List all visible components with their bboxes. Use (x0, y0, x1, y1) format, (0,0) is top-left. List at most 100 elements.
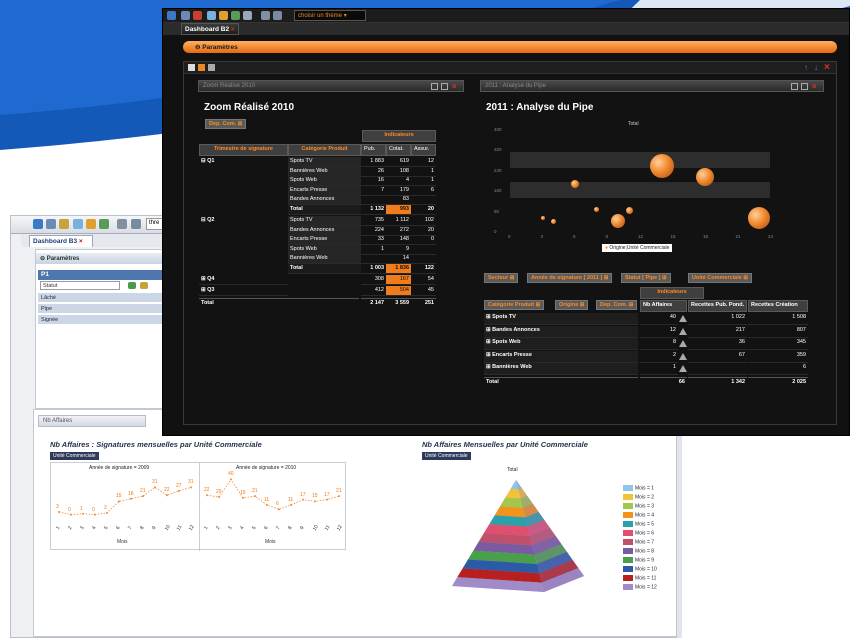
params-header[interactable]: ⊖ Paramètres (36, 253, 174, 264)
filter-button[interactable]: Unité Commerciale ⊞ (688, 273, 752, 283)
close-icon[interactable]: × (824, 62, 830, 73)
filter-button[interactable]: Année de signature [ 2011 ] ⊞ (527, 273, 613, 283)
line-point[interactable] (82, 512, 84, 515)
line-point[interactable] (266, 503, 268, 506)
column-header[interactable]: Nb Affaires (640, 300, 687, 312)
maximize-icon[interactable] (441, 83, 448, 90)
chart-icon[interactable] (219, 11, 228, 20)
line-point[interactable] (118, 500, 120, 503)
scrollbar[interactable] (676, 430, 682, 638)
filter-button[interactable]: Statut [ Pipe ] ⊞ (621, 273, 671, 283)
line-point[interactable] (166, 494, 168, 497)
indicators-header[interactable]: Indicateurs (362, 130, 436, 142)
line-point[interactable] (242, 496, 244, 499)
params-bar[interactable]: ⊖ Paramètres (183, 41, 837, 53)
column-header[interactable]: Assur. (411, 144, 436, 156)
bubble-point[interactable] (649, 153, 674, 178)
line-point[interactable] (154, 486, 156, 489)
filter-icon[interactable] (140, 282, 148, 289)
legend-item[interactable]: Mois = 1 (623, 485, 654, 493)
minimize-icon[interactable] (431, 83, 438, 90)
line-point[interactable] (254, 495, 256, 498)
edit-icon[interactable] (59, 219, 69, 229)
layout-icon[interactable] (208, 64, 215, 71)
legend-item[interactable]: Mois = 11 (623, 575, 656, 583)
line-point[interactable] (58, 510, 60, 513)
pyramid-slice[interactable] (500, 497, 523, 508)
column-header[interactable]: Dep. Com. ⊞ (596, 300, 638, 310)
column-header[interactable]: Pub. (361, 144, 386, 156)
bubble-point[interactable] (625, 206, 633, 214)
line-point[interactable] (302, 498, 304, 501)
settings-icon[interactable] (243, 11, 252, 20)
home-icon[interactable] (167, 11, 176, 20)
chart-icon[interactable] (86, 219, 96, 229)
layout-icon[interactable] (73, 219, 83, 229)
line-point[interactable] (338, 495, 340, 498)
save-icon[interactable] (46, 219, 56, 229)
filter-button[interactable]: Secteur ⊞ (484, 273, 519, 283)
close-icon[interactable]: × (812, 82, 821, 91)
layout-icon[interactable] (207, 11, 216, 20)
save-icon[interactable] (181, 11, 190, 20)
line-point[interactable] (70, 513, 72, 516)
line-point[interactable] (130, 497, 132, 500)
close-icon[interactable]: × (79, 238, 83, 245)
group-label-q1[interactable]: ⊟ Q1 (199, 157, 288, 167)
indicators-header[interactable]: Indicateurs (640, 287, 704, 299)
legend-item[interactable]: Mois = 4 (623, 512, 654, 520)
panel-tab-nb-affaires[interactable]: Nb Affaires (38, 415, 146, 427)
legend-item[interactable]: Mois = 2 (623, 494, 654, 502)
arrow-down-icon[interactable]: ↓ (814, 63, 818, 72)
maximize-icon[interactable] (801, 83, 808, 90)
legend-item[interactable]: Mois = 10 (623, 566, 657, 574)
legend-item[interactable]: Mois = 5 (623, 521, 654, 529)
grid-icon[interactable] (188, 64, 195, 71)
column-header[interactable]: Catégorie Produit (288, 144, 361, 156)
legend-item[interactable]: Mois = 6 (623, 530, 654, 538)
theme-select[interactable]: choisir un thème ▾ (294, 10, 366, 21)
column-header[interactable]: Catégorie Produit ⊞ (484, 300, 545, 310)
column-header[interactable]: Recettes Pub. Pond. (688, 300, 747, 312)
status-option[interactable]: Signée (38, 315, 172, 325)
chevron-down-icon[interactable]: ▾ (344, 13, 347, 19)
line-point[interactable] (290, 503, 292, 506)
check-icon[interactable] (128, 282, 136, 289)
legend-item[interactable]: Mois = 8 (623, 548, 654, 556)
column-header[interactable]: Recettes Création (748, 300, 808, 312)
close-icon[interactable]: × (452, 82, 461, 91)
export-icon[interactable] (231, 11, 240, 20)
line-point[interactable] (190, 486, 192, 489)
help-icon[interactable] (33, 219, 43, 229)
row-label[interactable]: ⊞ Encarts Presse (484, 350, 638, 363)
row-label[interactable]: ⊞ Bannières Web (484, 363, 638, 375)
line-point[interactable] (142, 495, 144, 498)
print-icon[interactable] (261, 11, 270, 20)
line-point[interactable] (94, 513, 96, 516)
p1-section[interactable]: P1 (38, 270, 172, 280)
row-label[interactable]: ⊞ Spots TV (484, 313, 638, 325)
group-label-q4[interactable]: ⊞ Q4 (199, 275, 288, 285)
tab-dashboard-b2[interactable]: Dashboard B2 × (181, 23, 239, 35)
unite-commerciale-button[interactable]: Unité Commerciale (50, 452, 99, 460)
column-header[interactable]: Cotat. (386, 144, 411, 156)
line-point[interactable] (206, 494, 208, 497)
minimize-icon[interactable] (791, 83, 798, 90)
columns-icon[interactable] (131, 219, 141, 229)
legend-item[interactable]: Mois = 7 (623, 539, 654, 547)
export-icon[interactable] (99, 219, 109, 229)
group-label-q2[interactable]: ⊟ Q2 (199, 216, 288, 226)
column-header[interactable]: Origine ⊞ (555, 300, 589, 310)
row-label[interactable]: ⊞ Bandes Annonces (484, 325, 638, 338)
column-header[interactable]: Trimestre de signature (199, 144, 288, 156)
line-point[interactable] (178, 489, 180, 492)
edit-icon[interactable] (193, 11, 202, 20)
line-point[interactable] (230, 478, 232, 481)
group-label-q3[interactable]: ⊞ Q3 (199, 286, 288, 296)
legend-item[interactable]: Mois = 12 (623, 584, 657, 592)
chart-icon[interactable] (198, 64, 205, 71)
line-point[interactable] (278, 508, 280, 511)
legend-item[interactable]: Mois = 9 (623, 557, 654, 565)
status-option[interactable]: Lâché (38, 293, 172, 303)
pyramid-slice[interactable] (505, 488, 521, 499)
